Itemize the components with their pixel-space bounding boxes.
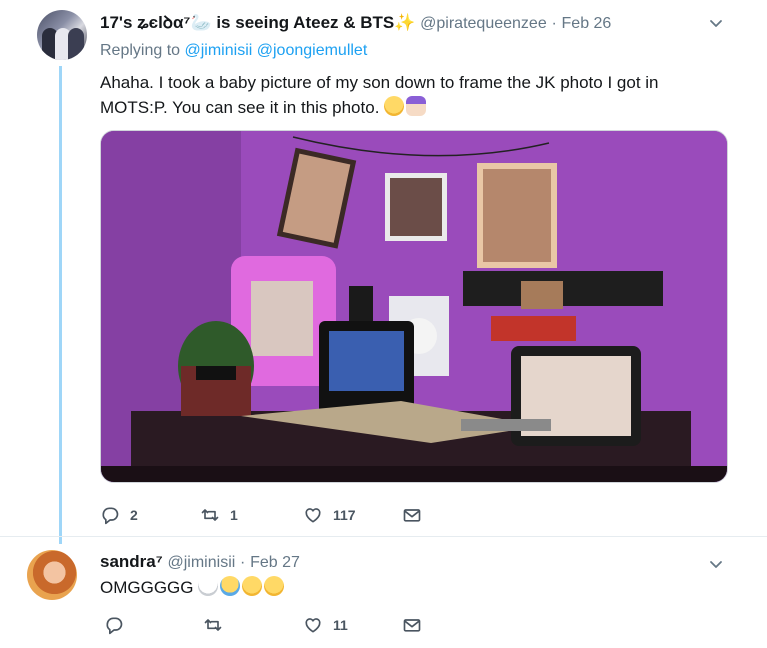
like-button[interactable]: 11	[303, 615, 348, 635]
reply-button[interactable]: 2	[100, 505, 138, 525]
heart-icon	[303, 505, 323, 525]
laughing-tears-emoji	[264, 576, 285, 596]
heart-icon	[303, 615, 323, 635]
tweet-text-content: OMGGGGG	[100, 578, 194, 597]
tweet-photo[interactable]	[100, 130, 728, 483]
chevron-down-icon[interactable]	[709, 16, 723, 30]
replying-prefix: Replying to	[100, 42, 181, 59]
replying-to: Replying to @jiminisii @joongiemullet	[100, 42, 367, 60]
skull-emoji	[198, 576, 219, 596]
timestamp[interactable]: Feb 27	[250, 554, 300, 571]
chevron-down-icon[interactable]	[709, 557, 723, 571]
timestamp[interactable]: Feb 26	[562, 15, 612, 32]
tweet-original[interactable]: 17's ʑєlꝺα⁷🦢 is seeing Ateez & BTS✨ @pir…	[0, 0, 767, 544]
display-name[interactable]: sandra⁷	[100, 552, 163, 571]
like-count: 11	[333, 617, 348, 633]
mention-link[interactable]: @joongiemullet	[257, 42, 368, 59]
retweet-icon	[200, 505, 220, 525]
retweet-button[interactable]	[203, 615, 233, 635]
retweet-icon	[203, 615, 223, 635]
laughing-tears-emoji	[242, 576, 263, 596]
separator: ·	[551, 15, 557, 32]
dm-button[interactable]	[402, 615, 422, 635]
crying-emoji	[220, 576, 241, 596]
reply-icon	[100, 505, 120, 525]
like-count: 117	[333, 507, 356, 523]
like-button[interactable]: 117	[303, 505, 356, 525]
tweet-text: Ahaha. I took a baby picture of my son d…	[100, 70, 700, 120]
avatar[interactable]	[37, 10, 87, 60]
tweet-text-content: Ahaha. I took a baby picture of my son d…	[100, 73, 659, 117]
shrug-emoji	[406, 96, 427, 116]
handle[interactable]: @jiminisii	[168, 554, 236, 571]
dm-button[interactable]	[402, 505, 422, 525]
thread-line	[59, 66, 62, 544]
retweet-count: 1	[230, 507, 238, 523]
tweet-header: 17's ʑєlꝺα⁷🦢 is seeing Ateez & BTS✨ @pir…	[100, 10, 611, 33]
envelope-icon	[402, 505, 422, 525]
avatar-figure	[68, 28, 84, 60]
separator: ·	[240, 554, 246, 571]
reply-icon	[104, 615, 124, 635]
envelope-icon	[402, 615, 422, 635]
handle[interactable]: @piratequeenzee	[420, 15, 547, 32]
tweet-text: OMGGGGG	[100, 575, 700, 600]
mention-link[interactable]: @jiminisii	[185, 42, 253, 59]
tweet-header: sandra⁷ @jiminisii · Feb 27	[100, 552, 300, 572]
photo-illustration	[101, 131, 727, 482]
reply-button[interactable]	[104, 615, 134, 635]
avatar[interactable]	[27, 550, 77, 600]
laughing-tears-emoji	[384, 96, 405, 116]
display-name[interactable]: 17's ʑєlꝺα⁷🦢 is seeing Ateez & BTS✨	[100, 13, 415, 32]
tweet-reply[interactable]: sandra⁷ @jiminisii · Feb 27 OMGGGGG 11	[0, 536, 767, 648]
reply-count: 2	[130, 507, 138, 523]
retweet-button[interactable]: 1	[200, 505, 238, 525]
